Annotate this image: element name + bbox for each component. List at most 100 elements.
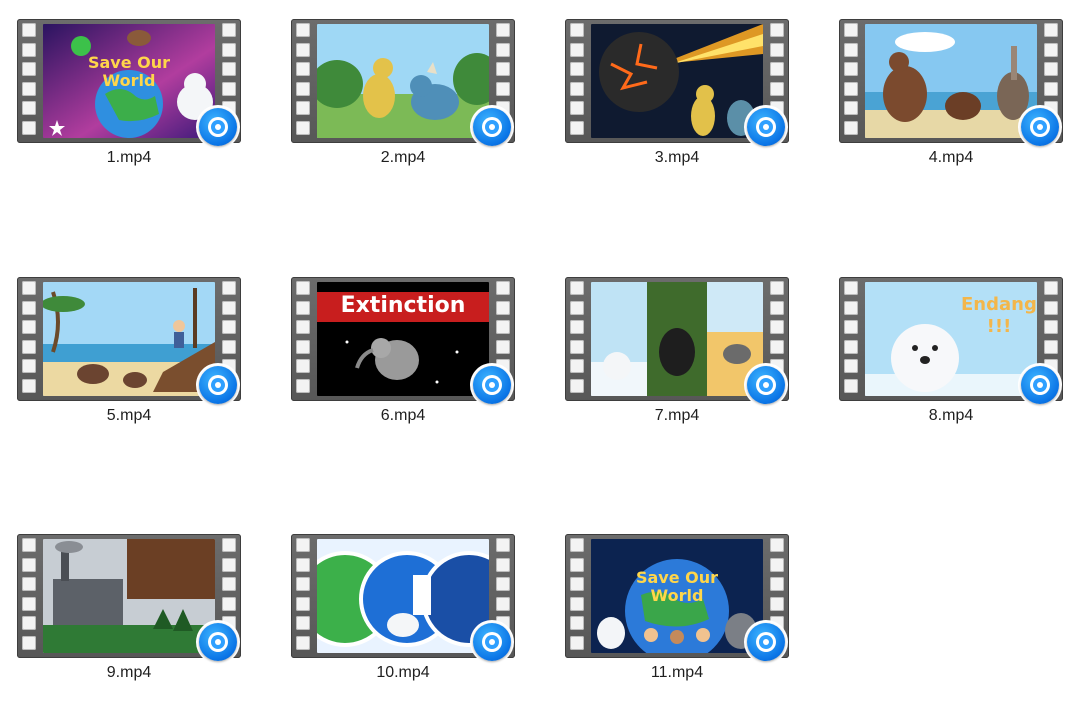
- file-name[interactable]: 2.mp4: [291, 149, 515, 167]
- thumbnail-art: [591, 282, 763, 396]
- film-perforation: [844, 281, 858, 295]
- film-perforation: [844, 81, 858, 96]
- film-perforations-left: [295, 538, 311, 654]
- film-perforations-left: [843, 23, 859, 139]
- film-perforation: [22, 62, 36, 76]
- film-perforation: [496, 62, 510, 76]
- film-perforations-left: [295, 281, 311, 397]
- film-perforations-left: [569, 538, 585, 654]
- media-player-icon: [1018, 363, 1062, 407]
- film-perforation: [496, 42, 510, 57]
- film-perforation: [222, 281, 236, 295]
- file-item[interactable]: 9.mp4: [4, 534, 254, 704]
- film-perforation: [222, 81, 236, 96]
- film-perforation: [1044, 42, 1058, 57]
- video-thumbnail: [317, 24, 489, 138]
- video-thumbnail: Save Our World: [591, 539, 763, 653]
- file-name[interactable]: 6.mp4: [291, 407, 515, 425]
- video-thumbnail: Save Our World: [43, 24, 215, 138]
- film-perforation: [844, 42, 858, 57]
- film-perforation: [296, 339, 310, 354]
- film-perforation: [296, 596, 310, 611]
- film-perforation: [222, 42, 236, 57]
- film-perforations-left: [295, 23, 311, 139]
- film-perforation: [22, 281, 36, 295]
- film-perforation: [570, 300, 584, 315]
- film-perforation: [770, 596, 784, 611]
- thumbnail-art: [43, 282, 215, 396]
- file-name[interactable]: 5.mp4: [17, 407, 241, 425]
- film-perforation: [570, 596, 584, 611]
- film-perforation: [22, 339, 36, 354]
- film-perforation: [296, 23, 310, 37]
- file-name[interactable]: 9.mp4: [17, 664, 241, 682]
- media-player-icon: [744, 620, 788, 664]
- film-perforation: [1044, 23, 1058, 37]
- film-perforation: [1044, 320, 1058, 334]
- file-name[interactable]: 1.mp4: [17, 149, 241, 167]
- film-perforation: [770, 557, 784, 572]
- film-perforation: [570, 23, 584, 37]
- file-item[interactable]: Save Our World 11.mp4: [552, 534, 802, 704]
- film-perforation: [570, 320, 584, 334]
- thumbnail-art: [43, 539, 215, 653]
- file-item[interactable]: 5.mp4: [4, 277, 254, 447]
- film-perforation: [496, 577, 510, 591]
- film-perforation: [770, 538, 784, 552]
- media-player-icon: [196, 620, 240, 664]
- thumbnail-art: [591, 24, 763, 138]
- film-perforation: [844, 23, 858, 37]
- thumbnail-art: [865, 24, 1037, 138]
- file-item[interactable]: 3.mp4: [552, 19, 802, 189]
- thumbnail-title: Save Our World: [635, 568, 719, 605]
- film-perforation: [570, 538, 584, 552]
- film-perforation: [1044, 81, 1058, 96]
- film-perforation: [496, 320, 510, 334]
- film-perforations-left: [21, 23, 37, 139]
- video-thumbnail: [317, 539, 489, 653]
- video-thumbnail: Endangered !!!: [865, 282, 1037, 396]
- film-perforation: [570, 557, 584, 572]
- film-perforation: [22, 577, 36, 591]
- film-perforation: [570, 120, 584, 135]
- film-perforation: [22, 538, 36, 552]
- file-name[interactable]: 3.mp4: [565, 149, 789, 167]
- file-name[interactable]: 11.mp4: [565, 664, 789, 682]
- film-perforation: [570, 359, 584, 373]
- media-player-icon: [196, 363, 240, 407]
- film-perforation: [22, 320, 36, 334]
- file-item[interactable]: Endangered !!! 8.mp4: [826, 277, 1076, 447]
- film-perforation: [296, 538, 310, 552]
- film-perforation: [770, 42, 784, 57]
- video-thumbnail: [591, 282, 763, 396]
- film-perforation: [1044, 281, 1058, 295]
- file-name[interactable]: 8.mp4: [839, 407, 1063, 425]
- media-player-icon: [1018, 105, 1062, 149]
- film-perforation: [496, 339, 510, 354]
- file-item[interactable]: 4.mp4: [826, 19, 1076, 189]
- file-name[interactable]: 7.mp4: [565, 407, 789, 425]
- film-perforation: [770, 23, 784, 37]
- film-perforation: [222, 320, 236, 334]
- film-perforation: [22, 557, 36, 572]
- video-thumbnail: [43, 539, 215, 653]
- file-name[interactable]: 4.mp4: [839, 149, 1063, 167]
- file-item[interactable]: Save Our World 1.mp4: [4, 19, 254, 189]
- thumbnail-title: Save Our World: [87, 53, 171, 90]
- film-perforation: [22, 596, 36, 611]
- film-perforation: [570, 577, 584, 591]
- film-perforation: [296, 101, 310, 115]
- media-player-icon: [470, 105, 514, 149]
- film-perforation: [770, 339, 784, 354]
- file-item[interactable]: 10.mp4: [278, 534, 528, 704]
- file-item[interactable]: Extinction 6.mp4: [278, 277, 528, 447]
- film-perforation: [1044, 339, 1058, 354]
- video-thumbnail: [43, 282, 215, 396]
- film-perforation: [844, 378, 858, 393]
- film-perforation: [496, 23, 510, 37]
- film-perforation: [296, 635, 310, 650]
- file-item[interactable]: 7.mp4: [552, 277, 802, 447]
- film-perforation: [570, 616, 584, 630]
- file-item[interactable]: 2.mp4: [278, 19, 528, 189]
- file-name[interactable]: 10.mp4: [291, 664, 515, 682]
